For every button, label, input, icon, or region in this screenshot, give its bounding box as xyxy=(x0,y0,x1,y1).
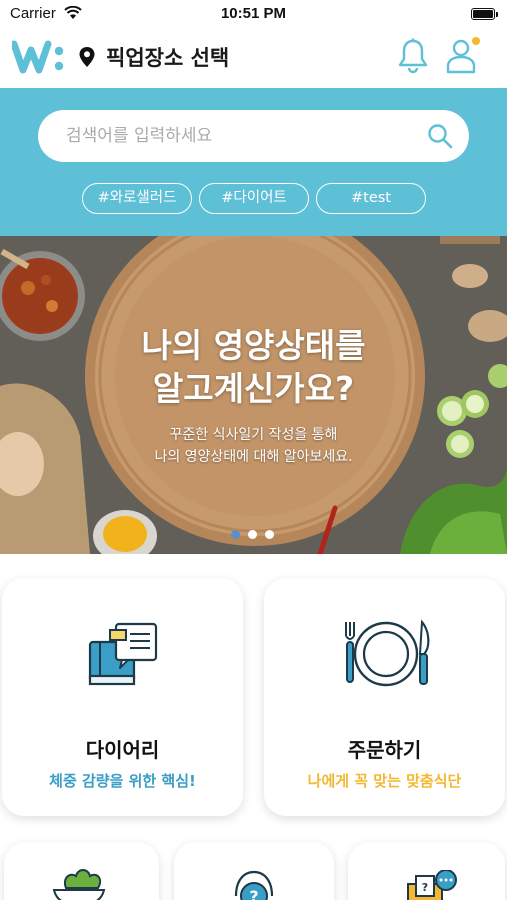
hashtag-chip[interactable]: #다이어트 xyxy=(199,183,309,214)
svg-text:?: ? xyxy=(249,887,258,900)
pickup-location-selector[interactable]: 픽업장소 선택 xyxy=(106,42,229,72)
card-subtitle: 체중 감량을 위한 핵심! xyxy=(49,772,196,790)
search-section: #와로샐러드 #다이어트 #test xyxy=(0,88,507,236)
card-subtitle: 나에게 꼭 맞는 맞춤식단 xyxy=(307,772,462,790)
help-headset-icon: ? xyxy=(234,870,274,900)
hashtag-list: #와로샐러드 #다이어트 #test xyxy=(82,183,432,215)
card-title: 주문하기 xyxy=(347,738,422,762)
promo-banner[interactable]: 나의 영양상태를 알고계신가요? 꾸준한 식사일기 작성을 통해 나의 영양상태… xyxy=(0,236,507,554)
diary-book-icon xyxy=(88,622,158,686)
battery-icon xyxy=(471,8,498,20)
notification-dot xyxy=(472,37,480,45)
salad-bowl-icon xyxy=(52,869,106,900)
inquiry-card[interactable]: ? xyxy=(348,842,505,900)
carousel-dot[interactable] xyxy=(265,530,274,539)
user-profile-icon[interactable] xyxy=(444,36,484,76)
banner-subtitle: 꾸준한 식사일기 작성을 통해 나의 영양상태에 대해 알아보세요. xyxy=(0,424,507,468)
banner-title-line: 알고계신가요? xyxy=(152,369,355,408)
bell-icon[interactable] xyxy=(396,38,430,74)
diary-card[interactable]: 다이어리 체중 감량을 위한 핵심! xyxy=(2,578,243,816)
clock: 10:51 PM xyxy=(220,5,287,22)
card-title: 다이어리 xyxy=(85,738,160,762)
salad-card[interactable] xyxy=(4,842,159,900)
location-pin-icon[interactable] xyxy=(78,46,96,68)
banner-title-line: 나의 영양상태를 xyxy=(141,326,366,365)
hashtag-chip[interactable]: #test xyxy=(316,183,426,214)
search-input[interactable] xyxy=(66,110,416,162)
carousel-dot-active[interactable] xyxy=(231,530,240,539)
search-icon[interactable] xyxy=(427,123,453,149)
hashtag-chip[interactable]: #와로샐러드 xyxy=(82,183,192,214)
banner-title: 나의 영양상태를 알고계신가요? xyxy=(0,324,507,410)
order-card[interactable]: 주문하기 나에게 꼭 맞는 맞춤식단 xyxy=(264,578,505,816)
banner-subtitle-line: 꾸준한 식사일기 작성을 통해 xyxy=(169,427,338,443)
app-header: 픽업장소 선택 xyxy=(0,28,507,88)
plate-fork-knife-icon xyxy=(345,619,430,687)
help-card[interactable]: ? xyxy=(174,842,334,900)
app-logo[interactable] xyxy=(12,36,68,76)
carousel-dot[interactable] xyxy=(248,530,257,539)
status-bar: Carrier 10:51 PM xyxy=(0,0,507,28)
mail-chat-icon: ? xyxy=(407,870,457,900)
search-bar[interactable] xyxy=(38,110,469,162)
banner-subtitle-line: 나의 영양상태에 대해 알아보세요. xyxy=(154,449,353,465)
svg-text:?: ? xyxy=(422,881,428,894)
